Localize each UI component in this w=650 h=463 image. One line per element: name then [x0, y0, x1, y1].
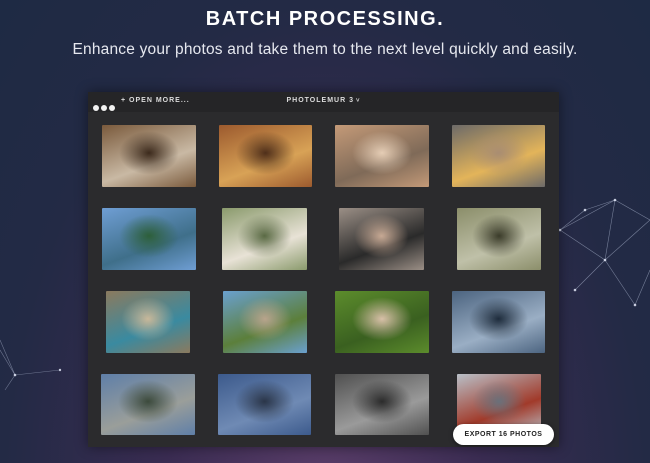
title-bar: + OPEN MORE... PHOTOLEMUR 3 ˅ — [88, 92, 559, 112]
photo-thumbnail[interactable] — [102, 208, 196, 270]
photo-thumbnail[interactable] — [218, 374, 311, 435]
photo-thumbnail[interactable] — [339, 208, 424, 270]
photo-thumbnail[interactable] — [222, 208, 307, 270]
photo-thumbnail[interactable] — [452, 291, 545, 353]
chevron-down-icon: ˅ — [355, 98, 361, 104]
photolemur-app-window: + OPEN MORE... PHOTOLEMUR 3 ˅ EXPORT 16 P… — [88, 92, 559, 447]
close-dot-icon[interactable] — [93, 105, 99, 111]
hero-subtitle: Enhance your photos and take them to the… — [72, 41, 578, 58]
constellation-right-graphic — [558, 198, 650, 307]
minimize-dot-icon[interactable] — [101, 105, 107, 111]
photo-thumbnail[interactable] — [219, 125, 312, 187]
maximize-dot-icon[interactable] — [109, 105, 115, 111]
photo-thumbnail[interactable] — [223, 291, 307, 353]
photo-thumbnail[interactable] — [457, 208, 541, 270]
photo-thumbnail[interactable] — [335, 291, 429, 353]
export-photos-button[interactable]: EXPORT 16 PHOTOS — [453, 424, 554, 445]
photo-thumbnail[interactable] — [452, 125, 545, 187]
photo-thumbnail[interactable] — [335, 125, 429, 187]
photo-thumbnail[interactable] — [335, 374, 429, 435]
photo-thumbnail[interactable] — [106, 291, 190, 353]
app-title-text: PHOTOLEMUR 3 — [286, 97, 354, 104]
app-title[interactable]: PHOTOLEMUR 3 ˅ — [88, 97, 559, 104]
hero-title: BATCH PROCESSING. — [205, 8, 445, 30]
photo-thumbnail[interactable] — [102, 125, 196, 187]
constellation-left-graphic — [0, 339, 62, 391]
photo-thumbnail[interactable] — [101, 374, 195, 435]
